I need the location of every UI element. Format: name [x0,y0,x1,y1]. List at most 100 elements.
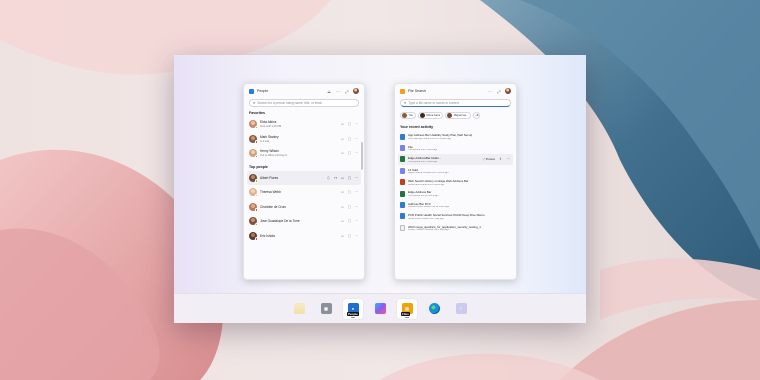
video-call-icon[interactable]: ▭ [340,137,345,141]
running-indicator [351,316,355,318]
file-search-input[interactable]: ⌕ Type a file name or words in content [400,99,511,107]
person-name: Albert Flores [260,175,279,180]
taskbar-file-search[interactable]: ▤ Files [397,298,417,319]
file-row[interactable]: Edge AddressBar Hiddo... You opened this … [398,153,513,166]
more-options-icon[interactable]: ··· [487,89,493,94]
more-icon[interactable]: ··· [354,122,359,126]
video-call-icon[interactable]: ▭ [340,190,345,194]
more-people-chip[interactable]: +8 [473,112,481,119]
taskbar-copilot[interactable] [370,299,390,319]
avatar [249,149,258,159]
top-person-row[interactable]: Albert Flores ▯ ⊶ ▭ ▢ ··· [247,170,361,185]
chat-icon[interactable]: ▢ [347,219,352,223]
preview-icon: ⤢ [482,157,485,161]
file-search-header: File Search ··· ⤢ [395,84,516,98]
share-icon[interactable]: ⇪ [498,157,503,161]
video-call-icon[interactable]: ▭ [340,205,345,209]
person-filter-chip[interactable]: Miguel Ga... [445,112,472,119]
more-icon[interactable]: ··· [354,190,359,194]
people-scrollbar[interactable] [361,142,363,170]
file-row[interactable]: File You opened this 2 hours ago [395,142,516,153]
account-avatar[interactable] [505,88,511,94]
top-person-row[interactable]: Theresa Webb ▭ ▢ ··· [244,185,364,200]
file-name: File [408,144,413,149]
chat-icon[interactable]: ▢ [347,205,352,209]
calculator-icon: ▦ [320,303,332,314]
person-filter-chip[interactable]: You [400,112,417,119]
favorite-row[interactable]: Mark Stanley In a call ▭ ▢ ··· [244,132,364,147]
file-row[interactable]: App Address Bar Usability Study Plan (Se… [395,131,516,142]
preview-button[interactable]: ⤢ Preview [483,158,495,161]
file-activity: You opened this 2 hours ago [408,160,438,163]
file-row[interactable]: Edge Address Bar You opened this 12 hours… [395,188,516,199]
file-icon[interactable]: ▯ [326,176,331,180]
person-name: Elvia Atkins [260,120,277,125]
file-name: PCR Public Health Social Services PHCR D… [408,213,485,218]
taskbar-teams[interactable]: T [451,299,471,319]
chat-icon[interactable]: ▢ [347,176,352,180]
taskbar-people[interactable]: ● People [343,298,363,319]
status-presence-icon [254,179,258,183]
more-icon[interactable]: ··· [506,157,511,161]
top-person-row[interactable]: Charlotte de Crum ▭ ▢ ··· [244,200,364,215]
people-search-input[interactable]: ⌕ Search for a person using name, title,… [249,99,359,107]
search-icon: ⌕ [253,100,256,105]
favorite-row[interactable]: Elvia Atkins Free until 1:00 PM ▭ ▢ ··· [244,117,364,132]
avatar [402,113,407,118]
video-call-icon[interactable]: ▭ [340,234,345,238]
avatar [249,188,258,198]
video-call-icon[interactable]: ▭ [340,122,345,126]
more-icon[interactable]: ··· [354,137,359,141]
file-row[interactable]: Web Search History on Edge Web Address B… [395,177,516,188]
pop-out-icon[interactable]: ⤢ [496,89,502,94]
chat-icon[interactable]: ▢ [347,122,352,126]
more-icon[interactable]: ··· [354,205,359,209]
more-icon[interactable]: ··· [354,151,359,155]
account-avatar[interactable] [353,88,359,94]
top-person-row[interactable]: Eric Ishida ▭ ▢ ··· [244,229,364,244]
people-search-placeholder: Search for a person using name, title, o… [257,101,323,105]
favorite-row[interactable]: Henry Wilson Out of office until Aug 9 ▭ ▢… [244,146,364,161]
file-row[interactable]: Address Bar PCC Celeste Burton shared thi… [395,199,516,210]
copilot-icon [374,303,386,314]
file-activity: Mona Kane shared this 8 hours ago [408,183,445,186]
taskbar-calculator[interactable]: ▦ [316,299,336,319]
more-icon[interactable]: ··· [354,234,359,238]
loop-file-icon [400,145,405,152]
status-presence-icon [254,237,258,241]
file-search-placeholder: Type a file name or words in content [408,101,460,105]
taskbar-edge[interactable] [424,299,444,319]
file-row[interactable]: PCR Public Health Social Services PHCR D… [395,211,516,222]
add-person-icon[interactable]: ⟁ [326,89,332,94]
more-options-icon[interactable]: ··· [335,89,341,94]
org-chart-icon[interactable]: ⊶ [333,176,338,180]
pop-out-icon[interactable]: ⤢ [344,89,350,94]
taskbar-file-explorer[interactable] [289,299,309,319]
file-activity: Bruken Hansen modified this 2 days ago [408,229,450,232]
file-row[interactable]: 12 Sdef Miguel Garcia modified this 3 hou… [395,165,516,176]
desktop-screenshot: People ⟁ ··· ⤢ ⌕ Search for a person usi… [174,55,586,323]
top-person-row[interactable]: Jose Guadalupe De la Torre ▭ ▢ ··· [244,214,364,229]
person-filter-chip[interactable]: Mona Kane [418,112,444,119]
files-badge: Files [401,311,410,316]
avatar [249,120,258,130]
file-search-flyout: File Search ··· ⤢ ⌕ Type a file name or … [394,83,517,280]
person-name: Mark Stanley [260,134,279,139]
video-call-icon[interactable]: ▭ [340,151,345,155]
more-icon[interactable]: ··· [354,176,359,180]
chat-icon[interactable]: ▢ [347,151,352,155]
more-icon[interactable]: ··· [354,219,359,223]
chat-icon[interactable]: ▢ [347,137,352,141]
file-activity: You opened this 2 hours ago [408,149,438,152]
file-activity: Celeste Burton shared this 12 hours ago [408,206,450,209]
avatar [420,113,426,118]
chat-icon[interactable]: ▢ [347,190,352,194]
video-call-icon[interactable]: ▭ [340,219,345,223]
people-badge: People [347,311,359,316]
file-row[interactable]: 2023 mega_quadrant_for_application_secur… [395,222,516,233]
file-activity: Nicole Partin shared this 1 day ago [408,217,444,220]
loop-file-icon [400,167,405,174]
chat-icon[interactable]: ▢ [347,234,352,238]
video-call-icon[interactable]: ▭ [340,176,345,180]
folder-icon [293,303,305,314]
